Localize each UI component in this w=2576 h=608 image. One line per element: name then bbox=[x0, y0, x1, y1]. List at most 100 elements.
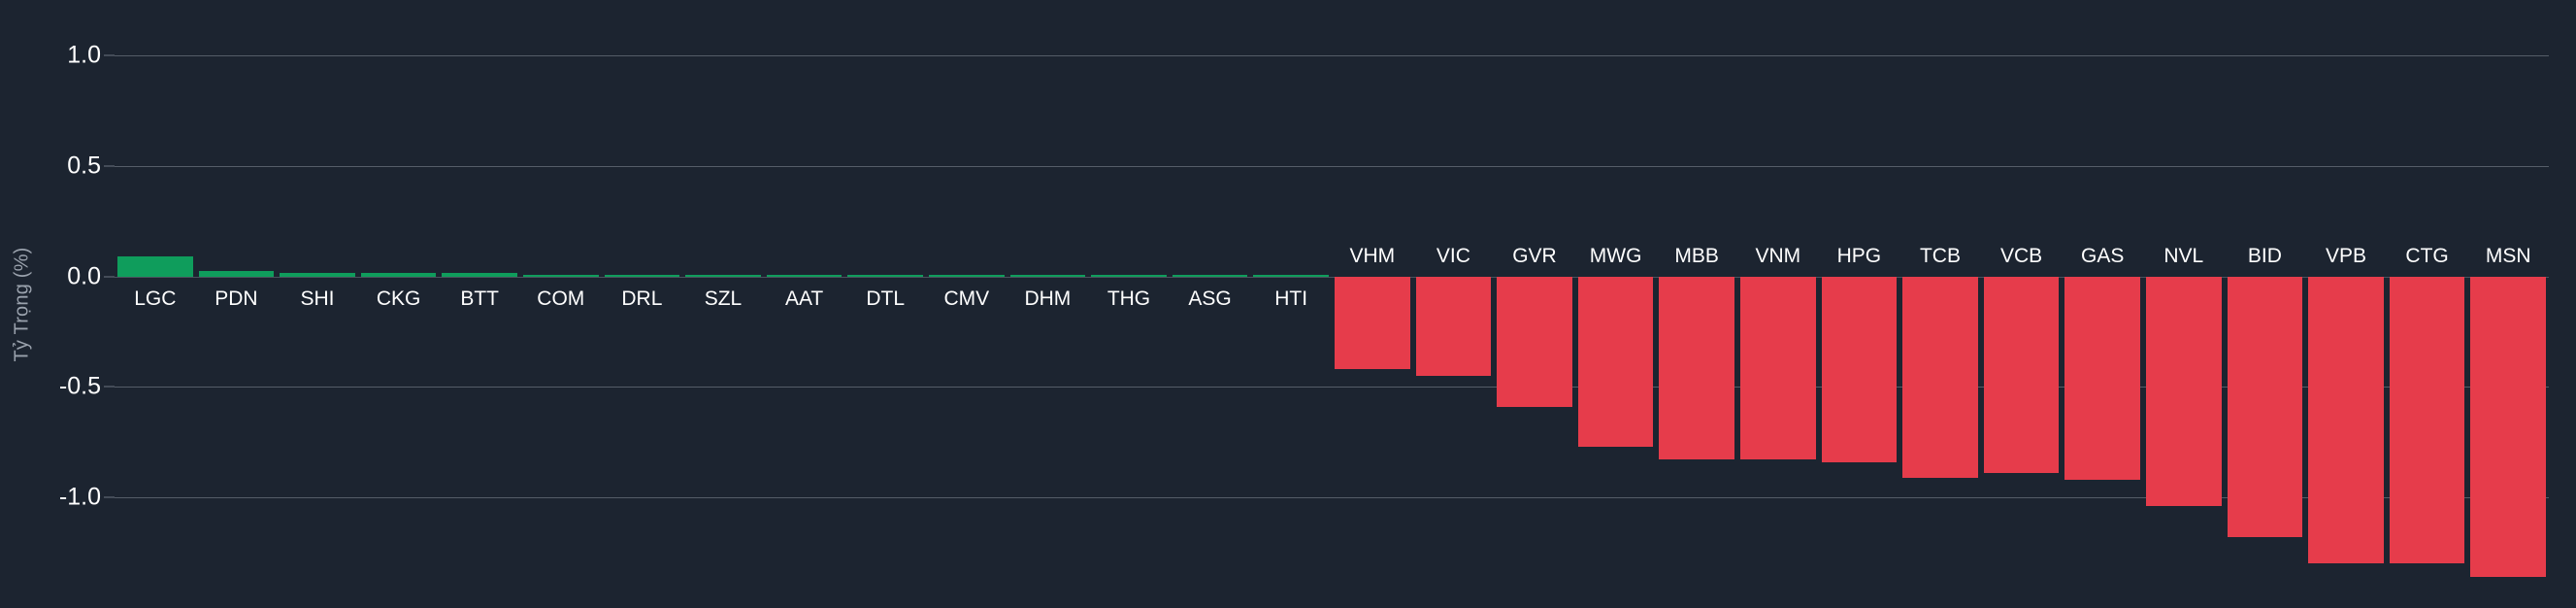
bar[interactable] bbox=[1577, 276, 1654, 447]
bar-group[interactable]: HPG bbox=[1819, 0, 1900, 608]
bar-group[interactable]: ASG bbox=[1170, 0, 1251, 608]
bar[interactable] bbox=[2227, 276, 2303, 538]
bar[interactable] bbox=[1739, 276, 1816, 460]
bar-category-label: COM bbox=[537, 287, 585, 310]
bar-category-label: ASG bbox=[1188, 287, 1232, 310]
bar-category-label: SHI bbox=[300, 287, 335, 310]
bar[interactable] bbox=[116, 256, 193, 277]
bar-group[interactable]: COM bbox=[520, 0, 602, 608]
y-tick-label: 0.5 bbox=[67, 152, 101, 180]
bar-group[interactable]: THG bbox=[1088, 0, 1170, 608]
bar-group[interactable]: DTL bbox=[844, 0, 926, 608]
bar-group[interactable]: PDN bbox=[196, 0, 278, 608]
bar[interactable] bbox=[1415, 276, 1492, 376]
bar-category-label: GVR bbox=[1512, 244, 1557, 267]
bar-category-label: GAS bbox=[2081, 244, 2125, 267]
bar[interactable] bbox=[1821, 276, 1898, 462]
bar-group[interactable]: MBB bbox=[1656, 0, 1737, 608]
y-tick-label: -1.0 bbox=[58, 483, 101, 511]
bars: LGC PDN SHI CKG BTT COM DRL SZL AAT DTL CMV DHM THG A… bbox=[115, 0, 2549, 608]
bar-group[interactable]: MWG bbox=[1575, 0, 1657, 608]
bar-group[interactable]: TCB bbox=[1899, 0, 1981, 608]
bar-group[interactable]: GVR bbox=[1494, 0, 1575, 608]
bar[interactable] bbox=[1253, 275, 1330, 278]
bar-group[interactable]: AAT bbox=[764, 0, 845, 608]
bar[interactable] bbox=[1172, 275, 1248, 278]
bar-category-label: VHM bbox=[1349, 244, 1396, 267]
bar[interactable] bbox=[442, 273, 518, 277]
bar-group[interactable]: SHI bbox=[277, 0, 358, 608]
bar[interactable] bbox=[360, 273, 437, 277]
bar[interactable] bbox=[1983, 276, 2060, 474]
y-axis-title: Tỷ Trọng (%) bbox=[6, 0, 39, 608]
bar-group[interactable]: GAS bbox=[2062, 0, 2143, 608]
bar-group[interactable]: SZL bbox=[682, 0, 764, 608]
y-tick-mark bbox=[104, 165, 115, 167]
bar-category-label: MWG bbox=[1589, 244, 1642, 267]
y-tick-label: -0.5 bbox=[58, 372, 101, 400]
y-tick-label: 0.0 bbox=[67, 262, 101, 290]
bar-category-label: SZL bbox=[704, 287, 743, 310]
bar-group[interactable]: CTG bbox=[2387, 0, 2468, 608]
bar[interactable] bbox=[1009, 275, 1086, 278]
y-tick-mark bbox=[104, 54, 115, 56]
bar[interactable] bbox=[1659, 276, 1735, 460]
bar[interactable] bbox=[1902, 276, 1978, 478]
bar-category-label: DHM bbox=[1024, 287, 1072, 310]
bar-category-label: HTI bbox=[1274, 287, 1308, 310]
bar[interactable] bbox=[198, 270, 275, 277]
bar-group[interactable]: LGC bbox=[115, 0, 196, 608]
bar-group[interactable]: VNM bbox=[1737, 0, 1819, 608]
bar-group[interactable]: CMV bbox=[926, 0, 1007, 608]
bar-group[interactable]: BID bbox=[2225, 0, 2306, 608]
bar[interactable] bbox=[280, 273, 355, 277]
bar[interactable] bbox=[1091, 275, 1167, 278]
bar-category-label: VPB bbox=[2325, 244, 2366, 267]
bar-group[interactable]: DHM bbox=[1007, 0, 1089, 608]
bar-category-label: VNM bbox=[1755, 244, 1801, 267]
bar-category-label: NVL bbox=[2163, 244, 2204, 267]
bar-category-label: BID bbox=[2247, 244, 2282, 267]
bar-category-label: CKG bbox=[376, 287, 421, 310]
bar[interactable] bbox=[2389, 276, 2465, 564]
bar-group[interactable]: VCB bbox=[1981, 0, 2063, 608]
bar-group[interactable]: NVL bbox=[2143, 0, 2225, 608]
bar[interactable] bbox=[604, 274, 680, 277]
bar-group[interactable]: BTT bbox=[439, 0, 520, 608]
bar[interactable] bbox=[522, 274, 599, 277]
y-tick-mark bbox=[104, 496, 115, 498]
bar[interactable] bbox=[685, 274, 761, 277]
bar-category-label: CMV bbox=[943, 287, 990, 310]
bar[interactable] bbox=[766, 274, 842, 277]
bar-category-label: HPG bbox=[1836, 244, 1882, 267]
bar-group[interactable]: VPB bbox=[2305, 0, 2387, 608]
bar-category-label: MBB bbox=[1674, 244, 1719, 267]
bar-category-label: DRL bbox=[621, 287, 663, 310]
bar-group[interactable]: VHM bbox=[1332, 0, 1413, 608]
bar-category-label: BTT bbox=[460, 287, 500, 310]
bar[interactable] bbox=[847, 275, 924, 278]
bar-category-label: LGC bbox=[134, 287, 177, 310]
bar-group[interactable]: DRL bbox=[602, 0, 683, 608]
bar-category-label: AAT bbox=[784, 287, 824, 310]
bar[interactable] bbox=[2064, 276, 2141, 480]
bar[interactable] bbox=[1334, 276, 1410, 370]
bar-group[interactable]: VIC bbox=[1413, 0, 1495, 608]
bar-category-label: PDN bbox=[215, 287, 258, 310]
bar-category-label: TCB bbox=[1919, 244, 1961, 267]
bar[interactable] bbox=[928, 275, 1005, 278]
bar-group[interactable]: CKG bbox=[358, 0, 440, 608]
bar[interactable] bbox=[2470, 276, 2547, 578]
bar[interactable] bbox=[2145, 276, 2222, 507]
bar-group[interactable]: HTI bbox=[1250, 0, 1332, 608]
bar[interactable] bbox=[2308, 276, 2384, 564]
bar-category-label: VCB bbox=[2000, 244, 2043, 267]
y-axis-title-text: Tỷ Trọng (%) bbox=[11, 247, 33, 361]
y-tick-mark bbox=[104, 386, 115, 388]
y-tick-label: 1.0 bbox=[67, 41, 101, 69]
bar-group[interactable]: MSN bbox=[2467, 0, 2549, 608]
bar-category-label: THG bbox=[1106, 287, 1151, 310]
plot-area: 1.0 0.5 0.0 -0.5 -1.0 LGC PDN SHI CKG BTT COM DRL S… bbox=[59, 0, 2549, 608]
bar[interactable] bbox=[1497, 276, 1572, 407]
bar-category-label: VIC bbox=[1436, 244, 1470, 267]
